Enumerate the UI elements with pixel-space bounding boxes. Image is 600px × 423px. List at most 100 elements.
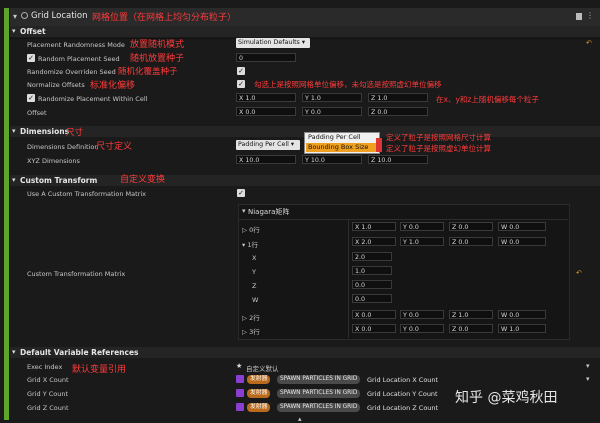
custom-transform-annotation: 自定义变换 (120, 175, 166, 185)
randomize-cell-y-input[interactable]: Y 1.0 (302, 93, 362, 102)
randomize-overriden-annotation: 随机化覆盖种子 (118, 67, 178, 77)
xyz-dimensions-x-input[interactable]: X 10.0 (236, 155, 296, 164)
section-offset-title: Offset (20, 27, 46, 36)
custom-matrix-label: Custom Transformation Matrix (27, 270, 126, 278)
link-icon (236, 403, 244, 411)
offset-label: Offset (27, 109, 47, 117)
placement-mode-select[interactable]: Simulation Defaults ▾ (236, 38, 310, 48)
section-custom-transform-header[interactable] (10, 175, 600, 186)
xyz-dimensions-y-input[interactable]: Y 10.0 (302, 155, 362, 164)
matrix-row-1-y[interactable]: Y 1.0 (400, 237, 444, 246)
grid-z-count-value[interactable]: Grid Location Z Count (367, 404, 438, 412)
offset-x-input[interactable]: X 0.0 (236, 107, 296, 116)
dropdown-option-bounding-box[interactable]: Bounding Box Size (306, 143, 378, 152)
grid-x-count-value[interactable]: Grid Location X Count (367, 376, 438, 384)
use-custom-matrix-checkbox[interactable]: ✓ (237, 189, 245, 197)
divider (238, 219, 568, 220)
matrix-row-0-x[interactable]: X 1.0 (352, 222, 396, 231)
matrix-row-0-label[interactable]: ▷ 0行 (242, 224, 260, 234)
matrix-row-2-x[interactable]: X 0.0 (352, 310, 396, 319)
matrix-row-3-z[interactable]: Z 0.0 (449, 324, 493, 333)
link-icon (236, 375, 244, 383)
module-badge: SPAWN PARTICLES IN GRID (277, 403, 361, 412)
dimensions-annotation: 尺寸 (66, 128, 84, 138)
matrix-component-y-input[interactable]: 1.0 (352, 266, 392, 275)
chevron-down-icon[interactable]: ▾ (586, 362, 590, 370)
link-icon (236, 389, 244, 397)
star-icon: ★ (236, 362, 243, 370)
dropdown-annotation-1: 定义了粒子是按照网格尺寸计算 (386, 133, 491, 142)
normalize-offsets-annotation-2: 勾选上是按照网格单位偏移，未勾选是按照虚幻单位偏移 (254, 80, 442, 89)
randomize-overriden-checkbox[interactable]: ✓ (237, 67, 245, 75)
section-offset-header[interactable] (10, 26, 600, 37)
matrix-row-1-w[interactable]: W 0.0 (498, 237, 546, 246)
section-dimensions-title: Dimensions (20, 127, 70, 136)
matrix-row-2-z[interactable]: Z 1.0 (449, 310, 493, 319)
randomize-cell-annotation: 在x、y和z上随机偏移每个粒子 (436, 95, 539, 104)
exec-index-value[interactable]: 自定义默认 (246, 363, 279, 373)
watermark: 知乎 @菜鸡秋田 (455, 390, 558, 406)
dimensions-definition-select[interactable]: Padding Per Cell ▾ (236, 140, 300, 150)
matrix-title: Niagara矩阵 (248, 208, 290, 216)
module-enable-icon[interactable] (21, 12, 28, 19)
random-seed-input[interactable]: 0 (236, 53, 296, 62)
more-options-icon[interactable]: ⋮ (586, 11, 594, 20)
matrix-component-w-input[interactable]: 0.0 (352, 294, 392, 303)
placement-mode-annotation: 放置随机模式 (130, 40, 185, 50)
scope-badge: 发射器 (247, 389, 271, 398)
matrix-component-x-label: X (252, 254, 257, 262)
randomize-cell-checkbox[interactable]: ✓ (27, 94, 35, 102)
normalize-offsets-checkbox[interactable]: ✓ (237, 80, 245, 88)
chevron-down-icon[interactable]: ▾ (242, 207, 246, 215)
xyz-dimensions-label: XYZ Dimensions (27, 157, 80, 165)
matrix-component-z-input[interactable]: 0.0 (352, 280, 392, 289)
dropdown-option-padding[interactable]: Padding Per Cell (306, 133, 378, 142)
reset-icon[interactable]: ↶ (586, 40, 592, 47)
chevron-up-icon[interactable]: ▴ (298, 415, 302, 423)
random-seed-checkbox[interactable]: ✓ (27, 54, 35, 62)
normalize-offsets-label: Normalize Offsets (27, 81, 85, 89)
grid-y-count-value[interactable]: Grid Location Y Count (367, 390, 438, 398)
chevron-down-icon[interactable]: ▾ (12, 176, 16, 184)
matrix-component-x-input[interactable]: 2.0 (352, 252, 392, 261)
matrix-row-2-label[interactable]: ▷ 2行 (242, 312, 260, 322)
matrix-component-w-label: W (252, 296, 259, 304)
normalize-offsets-annotation: 标准化偏移 (90, 81, 136, 91)
matrix-row-3-y[interactable]: Y 0.0 (400, 324, 444, 333)
section-custom-transform-title: Custom Transform (20, 176, 98, 185)
module-badge: SPAWN PARTICLES IN GRID (277, 389, 361, 398)
matrix-row-1-label[interactable]: ▾ 1行 (242, 239, 258, 249)
randomize-cell-x-input[interactable]: X 1.0 (236, 93, 296, 102)
chevron-down-icon[interactable]: ▾ (12, 27, 16, 35)
delete-icon[interactable] (576, 13, 582, 20)
chevron-down-icon[interactable]: ▾ (12, 348, 16, 356)
module-color-bar (4, 8, 9, 420)
randomize-overriden-label: Randomize Overriden Seed (27, 68, 116, 76)
xyz-dimensions-z-input[interactable]: Z 10.0 (368, 155, 428, 164)
randomize-cell-z-input[interactable]: Z 1.0 (368, 93, 428, 102)
chevron-down-icon[interactable]: ▾ (586, 375, 590, 383)
matrix-row-1-z[interactable]: Z 0.0 (449, 237, 493, 246)
chevron-down-icon[interactable]: ▾ (12, 127, 16, 135)
offset-z-input[interactable]: Z 0.0 (368, 107, 428, 116)
matrix-row-3-label[interactable]: ▷ 3行 (242, 326, 260, 336)
matrix-row-0-z[interactable]: Z 0.0 (449, 222, 493, 231)
matrix-row-3-w[interactable]: W 1.0 (498, 324, 546, 333)
matrix-row-3-x[interactable]: X 0.0 (352, 324, 396, 333)
grid-y-count-label: Grid Y Count (27, 390, 69, 398)
matrix-component-y-label: Y (252, 268, 256, 276)
module-title: Grid Location (31, 11, 88, 21)
randomize-cell-label: Randomize Placement Within Cell (38, 95, 148, 103)
placement-mode-label: Placement Randomness Mode (27, 41, 125, 49)
matrix-row-2-y[interactable]: Y 0.0 (400, 310, 444, 319)
matrix-row-0-y[interactable]: Y 0.0 (400, 222, 444, 231)
matrix-row-1-x[interactable]: X 2.0 (352, 237, 396, 246)
module-badge: SPAWN PARTICLES IN GRID (277, 375, 361, 384)
exec-index-label: Exec Index (27, 363, 63, 371)
reset-icon[interactable]: ↶ (576, 270, 582, 277)
matrix-row-0-w[interactable]: W 0.0 (498, 222, 546, 231)
offset-y-input[interactable]: Y 0.0 (302, 107, 362, 116)
collapse-arrow-icon[interactable]: ▾ (13, 12, 17, 21)
random-seed-label: Random Placement Seed (38, 55, 120, 63)
matrix-row-2-w[interactable]: W 0.0 (498, 310, 546, 319)
